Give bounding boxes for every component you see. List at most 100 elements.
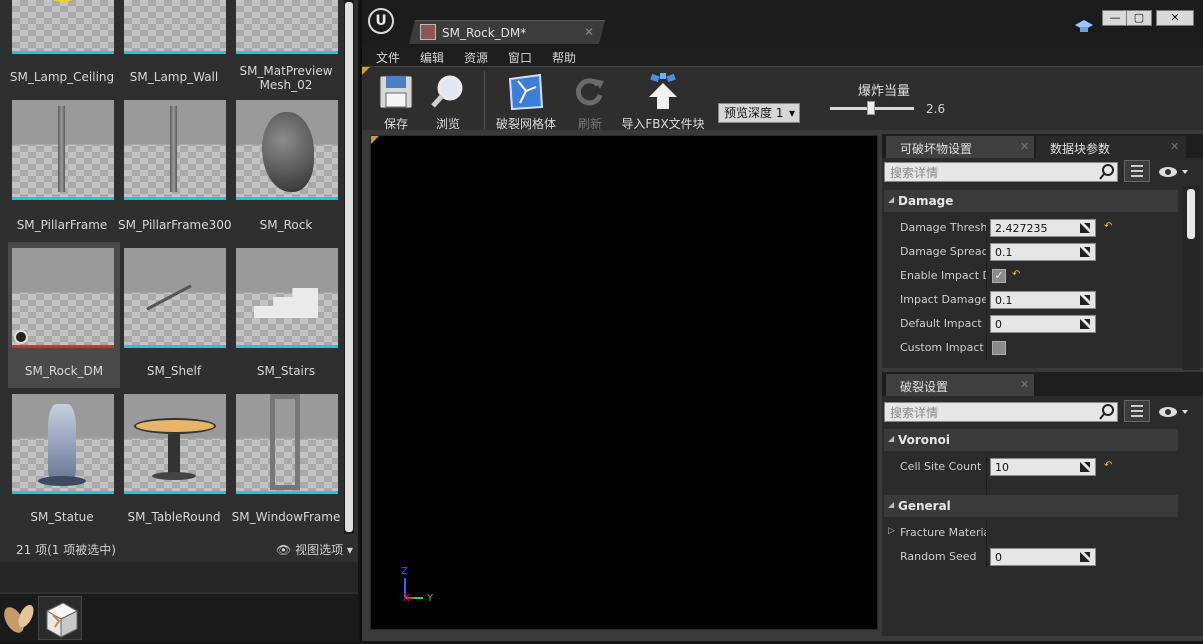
prop-damage-spread: Damage Spread <box>884 240 1178 264</box>
taskbar <box>0 594 358 641</box>
close-tab-icon[interactable]: ✕ <box>1020 378 1029 391</box>
tab-destructible-settings[interactable]: 可破坏物设置 ✕ <box>886 136 1034 158</box>
expand-arrow-icon[interactable]: ▷ <box>888 526 895 536</box>
prop-cell-site-count: Cell Site Count ↶ <box>884 455 1178 479</box>
preview-depth-dropdown[interactable]: 预览深度 1 ▾ <box>718 103 800 123</box>
search-details-input[interactable] <box>884 162 1118 182</box>
asset-label: SM_Stairs <box>256 364 316 378</box>
asset-tile-lamp-ceiling[interactable]: SM_Lamp_Ceiling <box>6 0 118 100</box>
asset-tile-matpreview[interactable]: SM_MatPreview Mesh_02 <box>230 0 340 100</box>
menu-edit[interactable]: 编辑 <box>420 49 444 66</box>
category-general[interactable]: ◢ General <box>884 495 1178 517</box>
tab-label: 破裂设置 <box>900 380 949 394</box>
view-options-button[interactable]: 👁 视图选项 ▾ <box>276 541 353 558</box>
scrollbar-thumb[interactable] <box>1187 189 1195 239</box>
prop-enable-impact-damage: Enable Impact Damage ✓ ↶ <box>884 264 1178 288</box>
minimize-button[interactable]: — <box>1102 10 1128 26</box>
asset-tile-windowframe[interactable]: SM_WindowFrame <box>230 388 340 534</box>
asset-tile-pillarframe300[interactable]: SM_PillarFrame300 <box>118 96 232 242</box>
preview-depth-value: 预览深度 1 <box>724 106 784 120</box>
fracture-mesh-button[interactable]: 破裂网格体 <box>494 71 558 131</box>
category-damage[interactable]: ◢ Damage <box>884 190 1178 212</box>
search-details-input[interactable] <box>884 402 1118 422</box>
asset-thumbnail <box>236 248 338 348</box>
asset-tile-stairs[interactable]: SM_Stairs <box>230 242 340 388</box>
content-browser-footer <box>0 562 358 592</box>
destructible-mesh-icon[interactable] <box>38 596 82 640</box>
property-matrix-button[interactable] <box>1124 160 1150 182</box>
menu-asset[interactable]: 资源 <box>464 49 488 66</box>
asset-label: SM_Statue <box>30 510 94 524</box>
document-tab-title: SM_Rock_DM* <box>442 26 527 40</box>
maximize-button[interactable]: ▢ <box>1126 10 1152 26</box>
asset-label: SM_MatPreview Mesh_02 <box>239 64 333 92</box>
prop-fracture-material[interactable]: ▷ Fracture Material <box>884 521 1178 545</box>
column-divider <box>986 545 987 569</box>
collapse-arrow-icon: ◢ <box>888 500 895 509</box>
prop-label: Random Seed <box>900 550 977 563</box>
asset-label: SM_PillarFrame300 <box>118 218 232 232</box>
tutorial-cap-icon[interactable] <box>1074 18 1094 36</box>
view-options-eye-button[interactable] <box>1158 164 1190 180</box>
explode-slider-handle[interactable] <box>867 101 875 115</box>
view-options-eye-button[interactable] <box>1158 404 1190 420</box>
asset-tile-lamp-wall[interactable]: SM_Lamp_Wall <box>118 0 230 100</box>
prop-label: Impact Damage <box>900 293 986 306</box>
asset-tile-pillarframe[interactable]: SM_PillarFrame <box>6 96 118 242</box>
toolbar-separator <box>484 71 485 129</box>
column-divider <box>986 336 987 360</box>
scrollbar-thumb[interactable] <box>345 2 353 532</box>
preview-viewport[interactable]: Z X Y <box>370 135 878 630</box>
close-tab-icon[interactable]: ✕ <box>584 25 594 39</box>
spin-arrows-icon <box>1080 552 1090 562</box>
import-fbx-chunks-button[interactable]: 导入FBX文件块 <box>620 71 706 131</box>
list-icon <box>1131 165 1143 177</box>
prop-label: Cell Site Count <box>900 460 982 473</box>
axis-y-label: Y <box>427 593 434 604</box>
tab-fracture-settings[interactable]: 破裂设置 ✕ <box>886 374 1034 396</box>
close-window-button[interactable]: ✕ <box>1156 10 1194 26</box>
prop-custom-impact-resistance: Custom Impact Resistance <box>884 336 1178 360</box>
enable-impact-damage-checkbox[interactable]: ✓ <box>992 269 1006 283</box>
import-fbx-label: 导入FBX文件块 <box>621 117 705 131</box>
fracture-mesh-label: 破裂网格体 <box>495 117 556 131</box>
close-tab-icon[interactable]: ✕ <box>1170 140 1179 153</box>
viewport-frame: Z X Y <box>366 132 880 635</box>
close-tab-icon[interactable]: ✕ <box>1020 140 1029 153</box>
column-divider <box>986 479 987 495</box>
asset-tile-statue[interactable]: SM_Statue <box>6 388 118 534</box>
browse-button[interactable]: 浏览 <box>424 71 472 131</box>
custom-impact-resistance-checkbox[interactable] <box>992 341 1006 355</box>
menu-window[interactable]: 窗口 <box>508 49 532 66</box>
property-matrix-button[interactable] <box>1124 400 1150 422</box>
save-button[interactable]: 保存 <box>372 71 420 131</box>
asset-tile-shelf[interactable]: SM_Shelf <box>118 242 230 388</box>
tab-chunk-parameters[interactable]: 数据块参数 ✕ <box>1036 136 1186 158</box>
tab-label: 可破坏物设置 <box>900 142 973 156</box>
fracture-settings-panel: 破裂设置 ✕ ◢ Voronoi <box>882 372 1203 636</box>
menu-file[interactable]: 文件 <box>376 49 400 66</box>
menu-help[interactable]: 帮助 <box>552 49 576 66</box>
details-search-row <box>884 400 1203 424</box>
asset-tile-rock[interactable]: SM_Rock <box>230 96 340 242</box>
document-tab[interactable]: SM_Rock_DM* ✕ <box>418 22 598 44</box>
asset-label: SM_PillarFrame <box>16 218 108 232</box>
category-voronoi[interactable]: ◢ Voronoi <box>884 429 1178 451</box>
asset-tile-rock-dm[interactable]: SM_Rock_DM <box>8 242 120 388</box>
reset-to-default-icon[interactable]: ↶ <box>1104 460 1112 471</box>
asset-tile-tableround[interactable]: SM_TableRound <box>118 388 230 534</box>
content-browser-scrollbar[interactable] <box>344 0 354 534</box>
browse-label: 浏览 <box>435 117 460 131</box>
reset-to-default-icon[interactable]: ↶ <box>1012 269 1020 280</box>
collapse-arrow-icon: ◢ <box>888 434 895 443</box>
details-scrollbar[interactable] <box>1182 186 1200 370</box>
prop-label: Damage Threshold <box>900 221 986 234</box>
asset-thumbnail <box>236 394 338 494</box>
explode-amount-value: 2.6 <box>926 102 946 116</box>
asset-thumbnail <box>236 0 338 54</box>
reset-to-default-icon[interactable]: ↶ <box>1104 221 1112 232</box>
search-icon <box>1099 404 1115 420</box>
refresh-button[interactable]: 刷新 <box>566 71 614 131</box>
spin-arrows-icon <box>1080 462 1090 472</box>
column-divider <box>986 288 987 312</box>
